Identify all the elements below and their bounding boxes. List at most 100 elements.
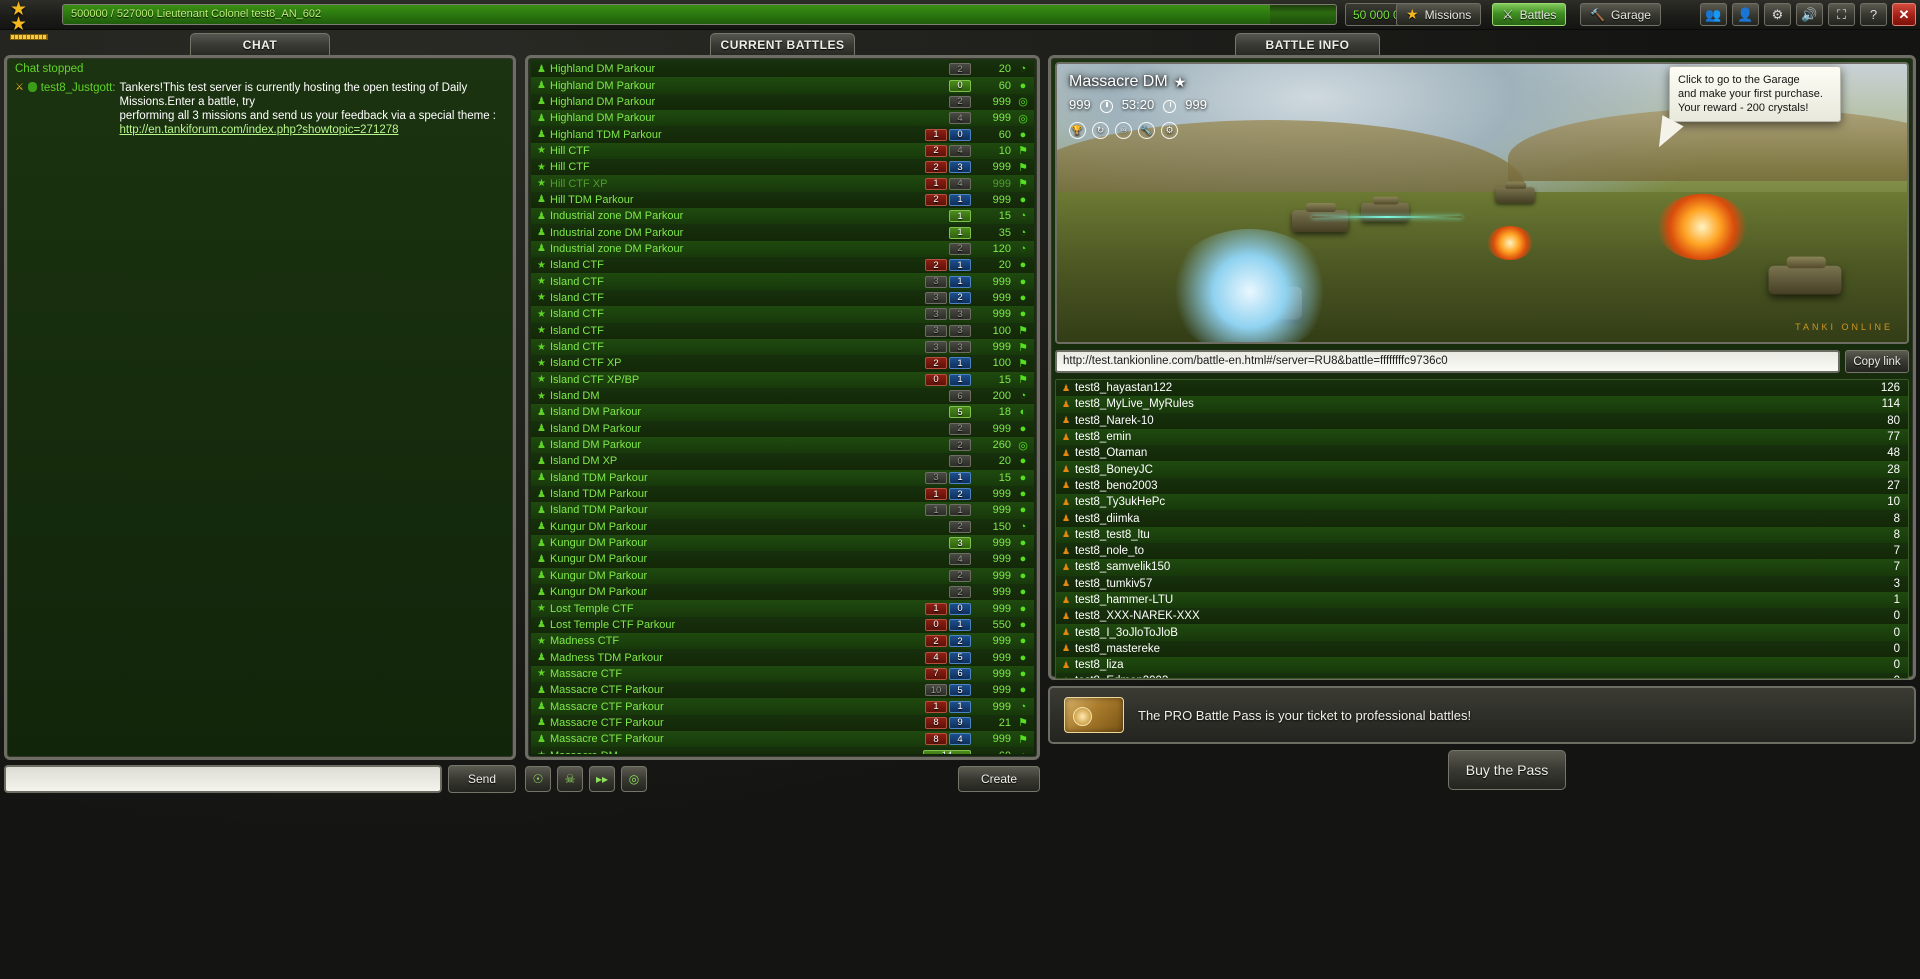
battle-row[interactable]: ♟ Massacre CTF Parkour 1 1 999 ◔ <box>531 698 1034 715</box>
player-row[interactable]: ♟ test8_I_3oJloToJloB 0 <box>1056 624 1908 641</box>
player-row[interactable]: ♟ test8_beno2003 27 <box>1056 477 1908 495</box>
player-row[interactable]: ♟ test8_mastereke 0 <box>1056 640 1908 658</box>
player-row[interactable]: ♟ test8_liza 0 <box>1056 657 1908 674</box>
chat-input[interactable] <box>4 765 442 793</box>
gear-icon[interactable]: ⚙ <box>1764 3 1791 26</box>
add-friend-icon[interactable]: 👤 <box>1732 3 1759 26</box>
player-row[interactable]: ♟ test8_XXX-NAREK-XXX 0 <box>1056 608 1908 625</box>
tdm-filter-icon[interactable]: ☠ <box>557 766 583 792</box>
battle-row[interactable]: ♟ Island TDM Parkour 1 1 999 ● <box>531 502 1034 519</box>
battle-row[interactable]: ♟ Massacre CTF Parkour 10 5 999 ● <box>531 682 1034 699</box>
battle-row[interactable]: ♟ Kungur DM Parkour 3 999 ● <box>531 534 1034 552</box>
buy-pass-button[interactable]: Buy the Pass <box>1448 750 1566 790</box>
battle-row[interactable]: ♟ Kungur DM Parkour 2 999 ● <box>531 567 1034 584</box>
battle-row[interactable]: ♟ Kungur DM Parkour 2 150 ◔ <box>531 518 1034 535</box>
battle-row[interactable]: ♟ Industrial zone DM Parkour 1 15 ◔ <box>531 208 1034 225</box>
parkour-filter-icon[interactable]: ▸▸ <box>589 766 615 792</box>
battle-row[interactable]: ♟ Highland DM Parkour 2 20 ◔ <box>531 61 1034 78</box>
score-badge: 5 <box>949 406 971 419</box>
player-row[interactable]: ♟ test8_MyLive_MyRules 114 <box>1056 396 1908 413</box>
sound-icon[interactable]: 🔊 <box>1796 3 1823 26</box>
player-row[interactable]: ♟test8_Edmon20030 <box>1056 673 1908 678</box>
battle-row[interactable]: ★ Island CTF 3 3 100 ⚑ <box>531 322 1034 339</box>
player-row[interactable]: ♟ test8_emin 77 <box>1056 428 1908 446</box>
star-icon: ★ <box>537 308 546 320</box>
chat-username[interactable]: test8_Justgott: <box>41 81 116 137</box>
battle-row[interactable]: ★ Madness CTF 2 2 999 ● <box>531 633 1034 650</box>
player-row[interactable]: ♟ test8_nole_to 7 <box>1056 542 1908 560</box>
battle-row[interactable]: ★ Island CTF XP/BP 0 1 15 ⚑ <box>531 371 1034 388</box>
close-icon[interactable]: ✕ <box>1892 3 1916 26</box>
garage-button[interactable]: 🔨 Garage <box>1580 3 1661 26</box>
player-row[interactable]: ♟ test8_hayastan122 126 <box>1056 380 1908 397</box>
battle-row[interactable]: ♟ Hill TDM Parkour 2 1 999 ● <box>531 191 1034 209</box>
player-score: 27 <box>1887 479 1900 492</box>
missions-button[interactable]: ★ Missions <box>1396 3 1482 26</box>
battle-row[interactable]: ★ Island CTF 2 1 20 ● <box>531 257 1034 274</box>
pie-full-icon: ● <box>1019 291 1027 304</box>
battle-row[interactable]: ★Massacre DM14 60 ◔ <box>531 747 1034 754</box>
battle-row[interactable]: ♟ Island DM XP 0 20 ● <box>531 453 1034 470</box>
battle-row[interactable]: ♟ Island TDM Parkour 3 1 15 ● <box>531 469 1034 486</box>
help-icon[interactable]: ? <box>1860 3 1887 26</box>
battle-row[interactable]: ♟ Massacre CTF Parkour 8 9 21 ⚑ <box>531 714 1034 732</box>
player-list[interactable]: ♟ test8_hayastan122 126 ♟ test8_MyLive_MyRul… <box>1055 379 1909 679</box>
battle-row[interactable]: ★ Island CTF XP 2 1 100 ⚑ <box>531 355 1034 372</box>
battle-row[interactable]: ★ Hill CTF XP 1 4 999 ⚑ <box>531 175 1034 192</box>
star-icon: ★ <box>537 178 546 190</box>
battle-row[interactable]: ♟ Madness TDM Parkour 4 5 999 ● <box>531 649 1034 666</box>
player-row[interactable]: ♟ test8_Narek-10 80 <box>1056 412 1908 429</box>
chat-link[interactable]: http://en.tankiforum.com/index.php?showt… <box>119 124 398 136</box>
tab-current-battles[interactable]: CURRENT BATTLES <box>710 33 855 55</box>
battle-row[interactable]: ♟ Lost Temple CTF Parkour 0 1 550 ● <box>531 616 1034 634</box>
battle-row[interactable]: ♟ Kungur DM Parkour 4 999 ● <box>531 551 1034 568</box>
player-row[interactable]: ♟ test8_Otaman 48 <box>1056 445 1908 462</box>
battle-row[interactable]: ♟ Kungur DM Parkour 2 999 ● <box>531 584 1034 601</box>
player-row[interactable]: ♟ test8_BoneyJC 28 <box>1056 461 1908 478</box>
battle-row[interactable]: ♟ Highland DM Parkour 2 999 ◎ <box>531 93 1034 111</box>
battle-row[interactable]: ♟ Highland DM Parkour 4 999 ◎ <box>531 110 1034 127</box>
player-row[interactable]: ♟ test8_Ty3ukHePc 10 <box>1056 494 1908 511</box>
player-row[interactable]: ♟ test8_test8_ltu 8 <box>1056 526 1908 543</box>
battles-button[interactable]: ⚔ Battles <box>1492 3 1567 26</box>
battle-row[interactable]: ♟ Island DM Parkour 2 260 ◎ <box>531 436 1034 454</box>
create-battle-button[interactable]: Create <box>958 766 1040 792</box>
player-row[interactable]: ♟ test8_tumkiv57 3 <box>1056 575 1908 592</box>
battle-row[interactable]: ★ Hill CTF 2 4 10 ⚑ <box>531 142 1034 160</box>
ctf-filter-icon[interactable]: ◎ <box>621 766 647 792</box>
tab-battle-info[interactable]: BATTLE INFO <box>1235 33 1380 55</box>
battle-row[interactable]: ♟ Industrial zone DM Parkour 1 35 ◔ <box>531 224 1034 241</box>
player-row[interactable]: ♟ test8_hammer-LTU 1 <box>1056 591 1908 609</box>
tab-chat[interactable]: CHAT <box>190 33 330 55</box>
battle-limit: 100 <box>992 324 1011 337</box>
dm-filter-icon[interactable]: ☉ <box>525 766 551 792</box>
copy-link-button[interactable]: Copy link <box>1845 350 1909 373</box>
star-icon[interactable]: ★ <box>1174 74 1187 91</box>
battle-row[interactable]: ♟ Highland DM Parkour 0 60 ● <box>531 77 1034 94</box>
battle-row[interactable]: ♟ Highland TDM Parkour 1 0 60 ● <box>531 126 1034 143</box>
battle-row[interactable]: ★ Lost Temple CTF 1 0 999 ● <box>531 600 1034 617</box>
pie-full-icon: ● <box>1019 569 1027 582</box>
battle-row[interactable]: ★ Island CTF 3 1 999 ● <box>531 273 1034 290</box>
battle-list[interactable]: ♟ Highland DM Parkour 2 20 ◔ ♟ Highland DM Par… <box>531 61 1034 754</box>
battle-row[interactable]: ★ Island CTF 3 2 999 ● <box>531 289 1034 307</box>
battle-row[interactable]: ♟ Island TDM Parkour 1 2 999 ● <box>531 485 1034 503</box>
battle-row[interactable]: ★ Island CTF 3 3 999 ● <box>531 306 1034 323</box>
battle-row[interactable]: ♟ Island DM Parkour 5 18 ◐ <box>531 404 1034 421</box>
battle-row[interactable]: ★ Massacre CTF 7 6 999 ● <box>531 665 1034 683</box>
battle-row[interactable]: ★ Island CTF 3 3 999 ⚑ <box>531 338 1034 356</box>
battle-name: Madness CTF <box>550 635 620 648</box>
battle-row[interactable]: ★ Island DM 6 200 ◔ <box>531 387 1034 405</box>
player-row[interactable]: ♟ test8_diimka 8 <box>1056 510 1908 527</box>
battle-row[interactable]: ★ Hill CTF 2 3 999 ⚑ <box>531 159 1034 176</box>
battle-row[interactable]: ♟ Industrial zone DM Parkour 2 120 ◔ <box>531 240 1034 258</box>
battle-row[interactable]: ♟ Island DM Parkour 2 999 ● <box>531 420 1034 437</box>
fullscreen-icon[interactable]: ⛶ <box>1828 3 1855 26</box>
battle-link-field[interactable]: http://test.tankionline.com/battle-en.ht… <box>1055 350 1840 373</box>
player-row[interactable]: ♟ test8_samvelik150 7 <box>1056 559 1908 576</box>
battle-row[interactable]: ♟ Massacre CTF Parkour 8 4 999 ⚑ <box>531 731 1034 748</box>
send-button[interactable]: Send <box>448 765 516 793</box>
player-name: test8_hammer-LTU <box>1075 594 1174 606</box>
score-badge: 1 <box>949 275 971 288</box>
friends-icon[interactable]: 👥 <box>1700 3 1727 26</box>
